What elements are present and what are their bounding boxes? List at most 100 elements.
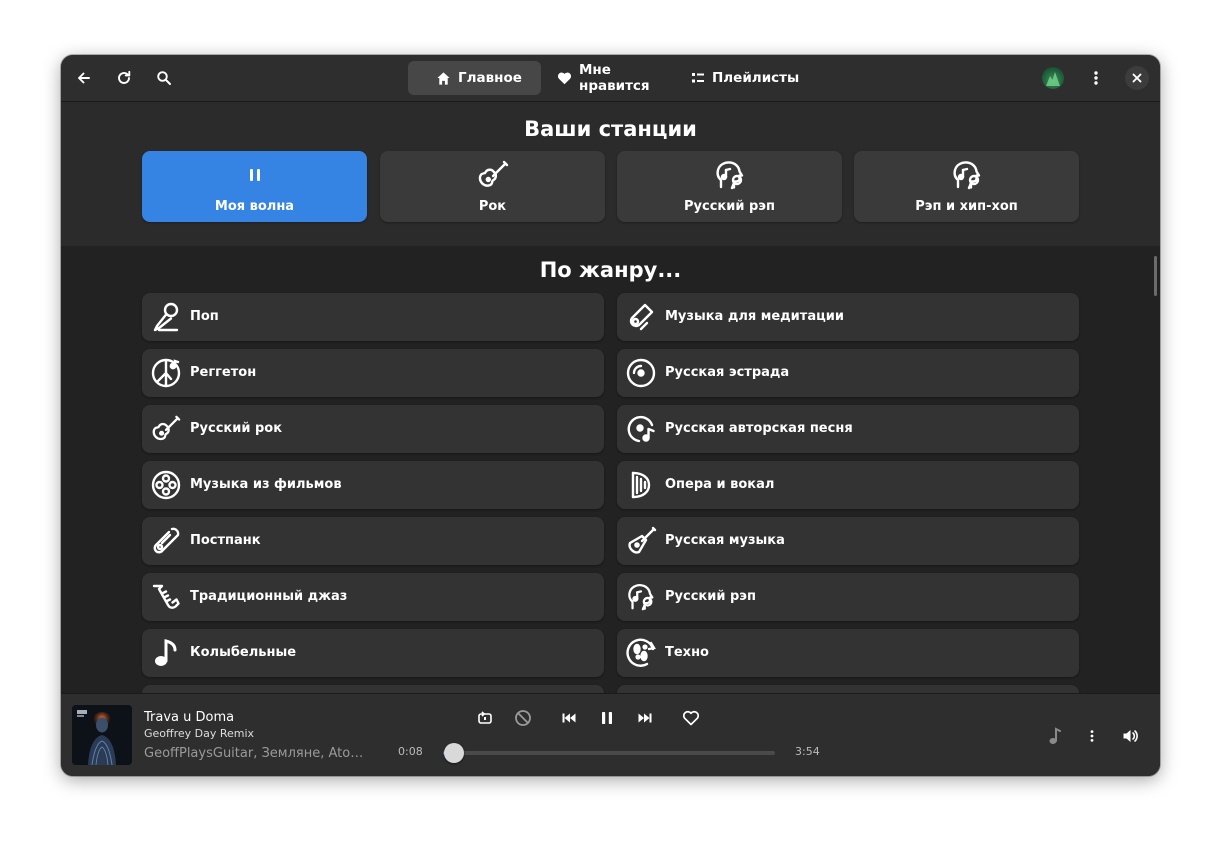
genre-item-postpunk[interactable]: Постпанк xyxy=(142,517,604,565)
search-icon xyxy=(157,71,171,85)
track-title[interactable]: Trava u Doma xyxy=(144,710,234,725)
genre-item-russian-music[interactable]: Русская музыка xyxy=(617,517,1079,565)
skip-next-icon xyxy=(638,713,652,723)
genre-item-russian-estrada[interactable]: Русская эстрада xyxy=(617,349,1079,397)
next-track-button[interactable] xyxy=(631,704,659,732)
main-tabs: Главное Мне нравится Плейлисты xyxy=(408,61,813,95)
genre-item-reggaeton[interactable]: Реггетон xyxy=(142,349,604,397)
pause-icon xyxy=(602,712,612,724)
home-icon xyxy=(436,71,451,86)
genre-label: Русская эстрада xyxy=(665,365,790,380)
tab-likes[interactable]: Мне нравится xyxy=(541,61,677,95)
station-label: Рэп и хип-хоп xyxy=(915,199,1018,214)
genre-label: Русская музыка xyxy=(665,533,785,548)
pause-icon xyxy=(142,159,367,191)
genre-label: Техно xyxy=(665,645,709,660)
close-window-button[interactable] xyxy=(1125,66,1149,90)
progress-bar[interactable] xyxy=(443,743,775,763)
genre-item-meditation[interactable]: Музыка для медитации xyxy=(617,293,1079,341)
like-button[interactable] xyxy=(677,704,705,732)
station-label: Рок xyxy=(478,199,507,214)
tab-playlists[interactable]: Плейлисты xyxy=(677,61,813,95)
refresh-icon xyxy=(118,70,131,84)
saxophone-icon xyxy=(149,580,183,614)
more-vertical-icon xyxy=(1090,730,1094,742)
genre-item-trad-jazz[interactable]: Традиционный джаз xyxy=(142,573,604,621)
tab-likes-label: Мне нравится xyxy=(579,62,650,94)
guitar-icon xyxy=(149,412,183,446)
station-label: Русский рэп xyxy=(684,199,775,214)
volume-button[interactable] xyxy=(1117,722,1145,750)
volume-icon xyxy=(1123,730,1138,742)
play-pause-button[interactable] xyxy=(593,704,621,732)
station-label: Моя волна xyxy=(214,199,295,214)
tab-home[interactable]: Главное xyxy=(408,61,541,95)
back-button[interactable] xyxy=(68,62,100,94)
music-note-icon xyxy=(1049,727,1061,744)
station-rap-hiphop[interactable]: Рэп и хип-хоп xyxy=(854,151,1079,222)
stations-title: Ваши станции xyxy=(524,117,697,141)
microphone-icon xyxy=(149,300,183,334)
safety-pin-icon xyxy=(149,524,183,558)
genre-item-pop[interactable]: Поп xyxy=(142,293,604,341)
techno-icon xyxy=(624,636,658,670)
genre-label: Музыка для медитации xyxy=(665,309,844,324)
refresh-button[interactable] xyxy=(108,62,140,94)
tab-home-label: Главное xyxy=(458,70,522,86)
genre-title: По жанру... xyxy=(539,258,682,282)
genre-label: Традиционный джаз xyxy=(190,589,348,604)
music-note-icon xyxy=(149,636,183,670)
tab-playlists-label: Плейлисты xyxy=(712,70,800,86)
close-icon xyxy=(1132,73,1142,83)
rap-head-icon xyxy=(617,159,842,191)
genre-label: Русская авторская песня xyxy=(665,421,853,436)
search-button[interactable] xyxy=(148,62,180,94)
dislike-button[interactable] xyxy=(509,704,537,732)
genre-item-opera[interactable]: Опера и вокал xyxy=(617,461,1079,509)
station-my-wave[interactable]: Моя волна xyxy=(142,151,367,222)
peace-icon xyxy=(149,356,183,390)
progress-knob[interactable] xyxy=(444,743,465,763)
station-rock[interactable]: Рок xyxy=(380,151,605,222)
meditation-icon xyxy=(624,300,658,334)
genre-item-techno[interactable]: Техно xyxy=(617,629,1079,677)
track-subtitle: Geoffrey Day Remix xyxy=(144,727,255,740)
skip-previous-icon xyxy=(562,713,576,723)
genre-label: Опера и вокал xyxy=(665,477,775,492)
disc-note-icon xyxy=(624,412,658,446)
genre-item-partial[interactable] xyxy=(617,685,1079,693)
player-bar: Trava u Doma Geoffrey Day Remix GeoffPla… xyxy=(61,693,1160,776)
previous-track-button[interactable] xyxy=(555,704,583,732)
genre-item-lullabies[interactable]: Колыбельные xyxy=(142,629,604,677)
genre-item-film-music[interactable]: Музыка из фильмов xyxy=(142,461,604,509)
film-reel-icon xyxy=(149,468,183,502)
track-info-button[interactable] xyxy=(1041,722,1069,750)
genre-label: Колыбельные xyxy=(190,645,297,660)
vinyl-icon xyxy=(624,356,658,390)
genre-section: По жанру... Поп Музыка для медитации Рег… xyxy=(61,246,1160,693)
station-russian-rap[interactable]: Русский рэп xyxy=(617,151,842,222)
app-window: Главное Мне нравится Плейлисты Ваши стан… xyxy=(61,55,1160,776)
player-menu-button[interactable] xyxy=(1078,722,1106,750)
genre-item-russian-rock[interactable]: Русский рок xyxy=(142,405,604,453)
track-artists[interactable]: GeoffPlaysGuitar, Земляне, Atomic Heart xyxy=(144,746,366,761)
avatar[interactable] xyxy=(1042,67,1064,89)
stations-section: Ваши станции Моя волна Рок Русский рэп Р… xyxy=(61,102,1160,246)
genre-item-russian-bard[interactable]: Русская авторская песня xyxy=(617,405,1079,453)
main-menu-button[interactable] xyxy=(1080,62,1112,94)
playlist-icon xyxy=(691,71,705,85)
genre-label: Русский рок xyxy=(190,421,283,436)
balalaika-icon xyxy=(624,524,658,558)
repeat-button[interactable] xyxy=(471,704,499,732)
header-bar: Главное Мне нравится Плейлисты xyxy=(61,55,1160,102)
genre-label: Реггетон xyxy=(190,365,257,380)
genre-item-partial[interactable] xyxy=(142,685,604,693)
genre-item-russian-rap[interactable]: Русский рэп xyxy=(617,573,1079,621)
album-cover[interactable] xyxy=(72,705,132,765)
scrollbar-thumb[interactable] xyxy=(1154,256,1157,296)
rap-head-icon xyxy=(854,159,1079,191)
total-time: 3:54 xyxy=(795,745,820,758)
block-icon xyxy=(515,710,531,726)
genre-label: Русский рэп xyxy=(665,589,756,604)
heart-outline-icon xyxy=(682,710,700,726)
